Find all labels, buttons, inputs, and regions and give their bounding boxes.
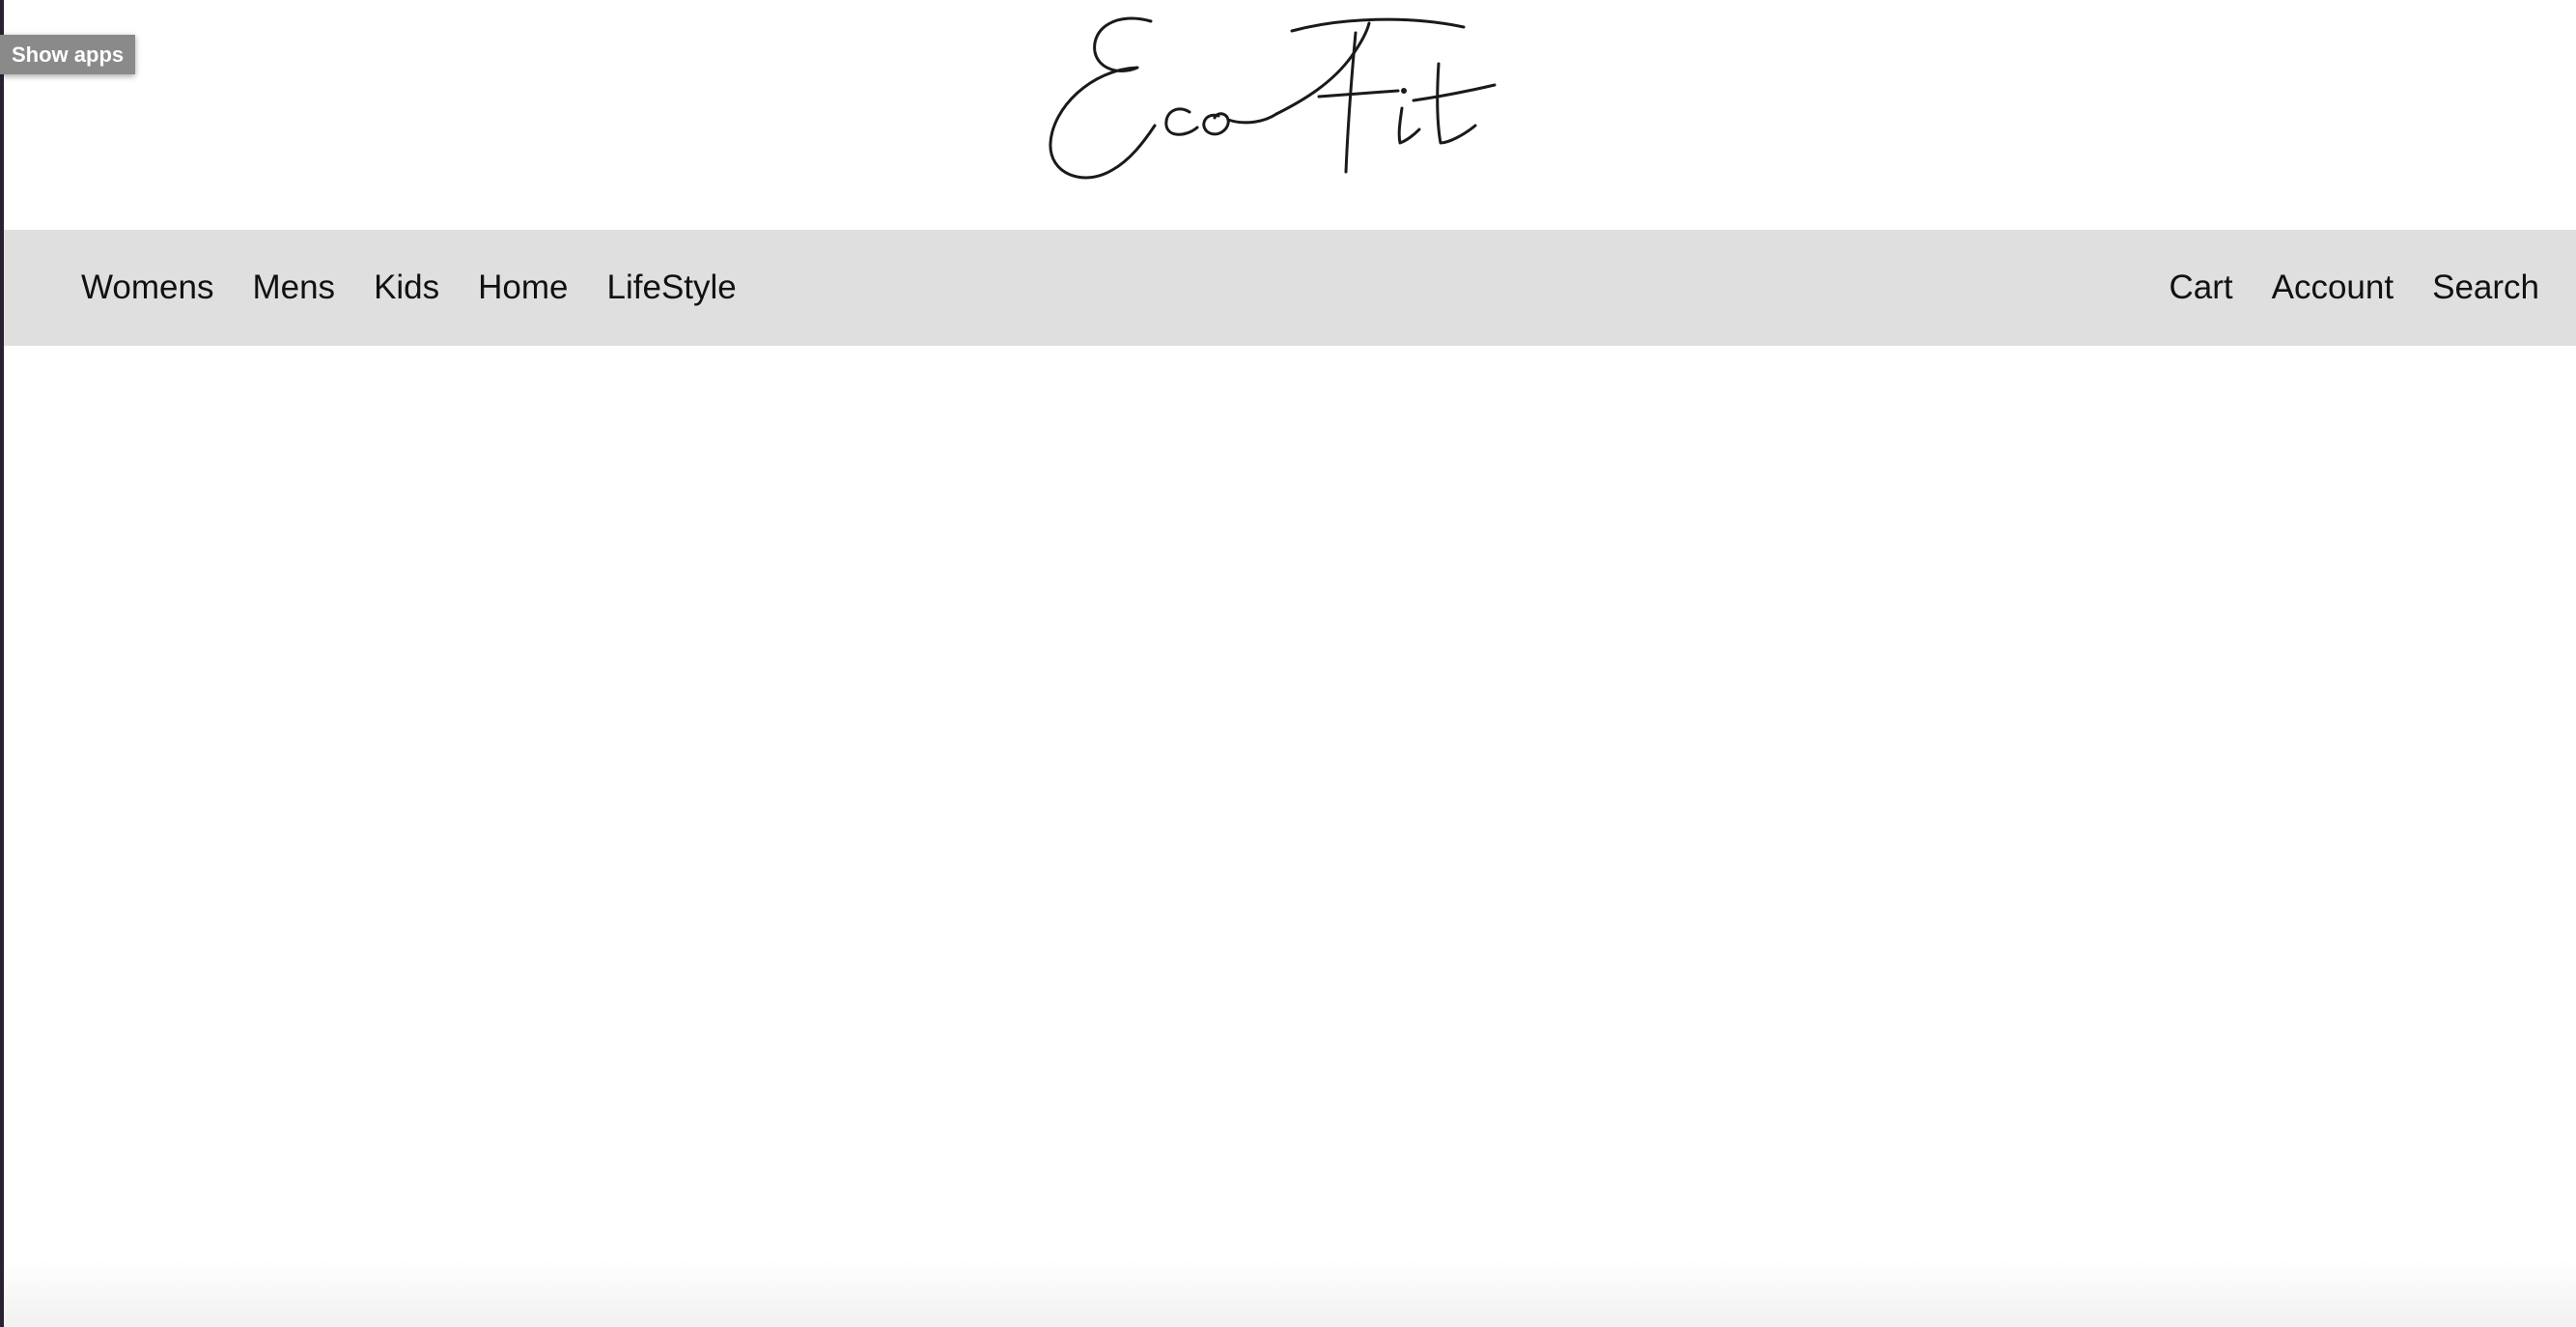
nav-link-search[interactable]: Search xyxy=(2432,268,2539,307)
nav-link-kids[interactable]: Kids xyxy=(374,268,439,307)
show-apps-button[interactable]: Show apps xyxy=(0,35,136,74)
nav-link-account[interactable]: Account xyxy=(2272,268,2394,307)
ecofit-logo-script xyxy=(1049,16,1497,180)
nav-link-lifestyle[interactable]: LifeStyle xyxy=(607,268,737,307)
page: Show apps Womens Mens Kids Home LifeStyl… xyxy=(0,0,2576,1327)
nav-link-womens[interactable]: Womens xyxy=(81,268,213,307)
page-bottom-shade xyxy=(4,1259,2576,1327)
window-edge xyxy=(0,0,4,1327)
nav-link-cart[interactable]: Cart xyxy=(2170,268,2233,307)
main-navigation: Womens Mens Kids Home LifeStyle Cart Acc… xyxy=(4,230,2576,346)
nav-link-mens[interactable]: Mens xyxy=(252,268,335,307)
site-logo[interactable] xyxy=(1023,8,1526,191)
category-links: Womens Mens Kids Home LifeStyle xyxy=(81,268,737,307)
nav-link-home[interactable]: Home xyxy=(478,268,568,307)
utility-links: Cart Account Search xyxy=(2170,268,2540,307)
